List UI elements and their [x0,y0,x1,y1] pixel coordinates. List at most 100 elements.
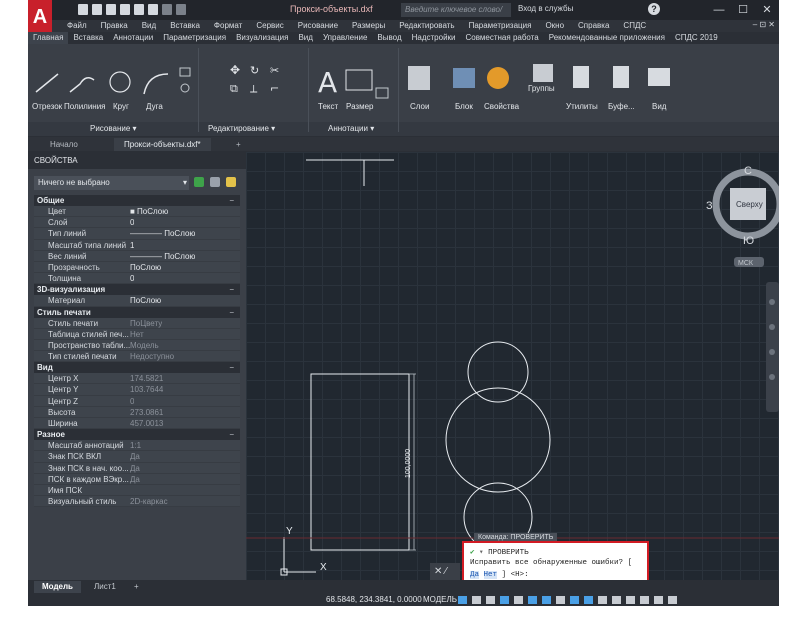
property-section-header[interactable]: Стиль печати − [34,306,240,318]
collapse-icon[interactable]: − [229,429,234,440]
option-no[interactable]: Нет [483,571,498,579]
property-section-header[interactable]: Разное − [34,429,240,441]
collapse-icon[interactable]: − [229,362,234,373]
group-annotation[interactable]: Аннотации ▾ [328,124,374,133]
tab-home[interactable]: Главная [28,32,69,44]
property-row[interactable]: Высота 273.0861 [34,406,240,418]
drawing-area[interactable]: 100,0000 Y X Сверху С Ю З В МСК [246,152,779,580]
quick-select-icon[interactable] [226,177,236,187]
tool-text[interactable]: Текст [318,102,338,111]
copy-icon[interactable]: ⧉ [230,82,238,95]
property-value[interactable]: ———— ПоСлою [130,251,195,261]
menu-dimension[interactable]: Размеры [345,20,392,32]
property-row[interactable]: Стиль печати ПоЦвету [34,317,240,329]
add-layout-button[interactable]: + [126,581,147,593]
property-value[interactable]: 457.0013 [130,418,163,428]
zoom-icon[interactable] [769,349,775,355]
property-row[interactable]: ПСК в каждом ВЭкр... Да [34,473,240,485]
tab-output[interactable]: Вывод [372,32,406,44]
model-space-toggle[interactable]: МОДЕЛЬ [423,594,457,606]
tool-layers[interactable]: Слои [410,102,429,111]
tool-dimension[interactable]: Размер [346,102,374,111]
viewcube-north[interactable]: С [744,165,752,177]
property-value[interactable]: ПоЦвету [130,318,162,328]
property-value[interactable]: Да [130,474,140,484]
clipboard-icon[interactable] [613,66,629,88]
drawn-circle[interactable] [467,341,529,403]
help-icon[interactable]: ? [648,3,660,15]
orbit-icon[interactable] [769,374,775,380]
tab-document[interactable]: Прокси-объекты.dxf* [114,138,211,151]
property-row[interactable]: Масштаб аннотаций 1:1 [34,440,240,452]
tool-polyline[interactable]: Полилиния [64,102,106,111]
collapse-icon[interactable]: − [229,284,234,295]
grid-icon[interactable] [458,596,467,604]
property-row[interactable]: Тип стилей печати Недоступно [34,351,240,363]
coordinates-readout[interactable]: 68.5848, 234.3841, 0.0000 [326,594,422,606]
tab-model[interactable]: Модель [34,581,81,593]
osnap-icon[interactable] [528,596,537,604]
customization-menu-icon[interactable] [668,596,677,604]
tool-groups[interactable]: Группы [528,84,555,93]
tab-addins[interactable]: Надстройки [407,32,461,44]
property-value[interactable]: Да [130,451,140,461]
properties-icon[interactable] [487,67,509,89]
tab-manage[interactable]: Управление [318,32,372,44]
rotate-icon[interactable]: ↻ [250,64,259,77]
menu-tools[interactable]: Сервис [249,20,290,32]
menu-help[interactable]: Справка [571,20,616,32]
tool-block[interactable]: Блок [455,102,473,111]
wcs-label[interactable]: МСК [738,260,754,267]
select-objects-icon[interactable] [210,177,220,187]
property-section-header[interactable]: Вид − [34,362,240,374]
tab-featured-apps[interactable]: Рекомендованные приложения [544,32,670,44]
viewcube-south[interactable]: Ю [743,235,754,247]
property-value[interactable]: 1 [130,240,134,250]
property-row[interactable]: Пространство табли... Модель [34,339,240,352]
annotation-scale-icon[interactable] [598,596,607,604]
close-button[interactable]: ✕ [757,2,777,18]
isodraft-icon[interactable] [514,596,523,604]
menu-parametric[interactable]: Параметризация [462,20,539,32]
property-value[interactable]: Недоступно [130,351,174,361]
minimize-button[interactable]: — [709,2,729,18]
viewcube-face-label[interactable]: Сверху [736,200,763,209]
menu-spds[interactable]: СПДС [616,20,653,32]
save-as-icon[interactable] [120,4,130,15]
group-draw[interactable]: Рисование ▾ [90,124,137,133]
property-value[interactable]: ■ ПоСлою [130,206,168,216]
property-value[interactable]: 1:1 [130,440,141,450]
menu-format[interactable]: Формат [207,20,249,32]
new-file-icon[interactable] [78,4,88,15]
fillet-icon[interactable]: ⌐ [270,82,279,95]
utilities-icon[interactable] [573,66,589,88]
redo-icon[interactable] [176,4,186,15]
polyline-icon[interactable] [69,77,95,93]
tab-insert[interactable]: Вставка [68,32,108,44]
property-section-header[interactable]: Общие − [34,195,240,206]
undo-icon[interactable] [162,4,172,15]
tool-arc[interactable]: Дуга [146,102,163,111]
selection-dropdown[interactable]: Ничего не выбрано ▾ [34,176,189,190]
tab-annotate[interactable]: Аннотации [108,32,158,44]
property-row[interactable]: Центр Z 0 [34,395,240,407]
property-value[interactable]: 0 [130,217,134,227]
tool-utilities[interactable]: Утилиты [566,102,598,111]
dimension-text[interactable]: 100,0000 [405,449,412,478]
block-icon[interactable] [453,68,475,88]
lineweight-icon[interactable] [556,596,565,604]
viewcube-west[interactable]: З [706,200,713,212]
property-section-header[interactable]: 3D-визуализация − [34,284,240,296]
menu-edit[interactable]: Правка [94,20,135,32]
property-row[interactable]: Имя ПСК [34,484,240,497]
tool-circle[interactable]: Круг [113,102,129,111]
print-icon[interactable] [148,4,158,15]
property-row[interactable]: Масштаб типа линий 1 [34,239,240,251]
rectangle-icon[interactable] [179,67,191,77]
property-row[interactable]: Центр X 174.5821 [34,373,240,385]
menu-insert[interactable]: Вставка [163,20,207,32]
property-row[interactable]: Слой 0 [34,217,240,229]
snap-icon[interactable] [472,596,481,604]
document-window-controls[interactable]: – ⊡ ✕ [753,20,775,29]
property-row[interactable]: Тип линий ———— ПоСлою [34,228,240,240]
